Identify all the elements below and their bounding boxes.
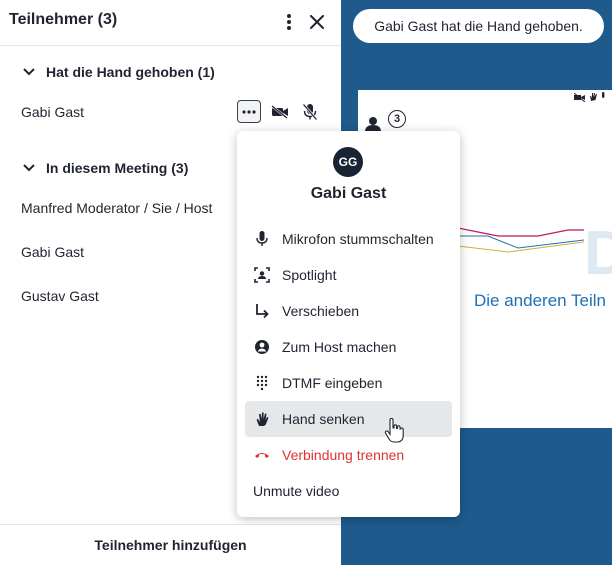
chevron-down-icon xyxy=(22,161,36,175)
panel-footer: Teilnehmer hinzufügen xyxy=(0,524,341,565)
horizontal-dots-icon xyxy=(242,109,256,114)
close-button[interactable] xyxy=(304,9,330,35)
section-raised-hands[interactable]: Hat die Hand gehoben (1) xyxy=(22,64,215,80)
spotlight-icon xyxy=(253,266,271,284)
menu-item-label: Mikrofon stummschalten xyxy=(282,231,434,247)
menu-item-spotlight[interactable]: Spotlight xyxy=(245,257,452,293)
menu-item-label: Verschieben xyxy=(282,303,360,319)
avatar: GG xyxy=(333,147,363,177)
microphone-off-icon[interactable] xyxy=(299,101,321,123)
participant-name: Gustav Gast xyxy=(21,288,99,304)
participant-name: Gabi Gast xyxy=(21,104,85,120)
more-options-button[interactable] xyxy=(276,9,302,35)
section-label: In diesem Meeting (3) xyxy=(46,160,189,176)
menu-item-mute-microphone[interactable]: Mikrofon stummschalten xyxy=(245,221,452,257)
menu-item-unmute-video[interactable]: Unmute video xyxy=(245,473,452,509)
close-icon xyxy=(310,15,324,29)
vertical-dots-icon xyxy=(287,14,291,30)
participant-count-badge: 3 xyxy=(388,110,406,128)
panel-title: Teilnehmer (3) xyxy=(9,11,118,28)
hang-up-icon xyxy=(253,446,271,464)
participant-context-menu: GG Gabi Gast Mikrofon stummschalten Spot… xyxy=(237,131,460,517)
participant-name: Manfred Moderator / Sie / Host xyxy=(21,200,213,216)
menu-item-move[interactable]: Verschieben xyxy=(245,293,452,329)
notification-toast: Gabi Gast hat die Hand gehoben. xyxy=(353,9,604,43)
menu-item-label: Zum Host machen xyxy=(282,339,397,355)
hand-pointer-cursor-icon xyxy=(384,418,404,443)
menu-item-disconnect[interactable]: Verbindung trennen xyxy=(245,437,452,473)
chevron-down-icon xyxy=(22,65,36,79)
add-participant-button[interactable]: Teilnehmer hinzufügen xyxy=(94,537,246,553)
slide-caption: Die anderen Teiln xyxy=(474,291,606,310)
section-in-meeting[interactable]: In diesem Meeting (3) xyxy=(22,160,188,176)
move-arrow-icon xyxy=(253,302,271,320)
menu-item-label: Hand senken xyxy=(282,411,365,427)
menu-item-make-host[interactable]: Zum Host machen xyxy=(245,329,452,365)
menu-item-lower-hand[interactable]: Hand senken xyxy=(245,401,452,437)
participant-name: Gabi Gast xyxy=(21,244,85,260)
slide-logo-letter: D xyxy=(584,219,612,288)
menu-item-label: Verbindung trennen xyxy=(282,447,405,463)
menu-item-label: Spotlight xyxy=(282,267,337,283)
menu-item-label: Unmute video xyxy=(253,483,340,499)
dialpad-icon xyxy=(253,374,271,392)
microphone-icon xyxy=(253,230,271,248)
participant-more-button[interactable] xyxy=(237,100,261,123)
section-label: Hat die Hand gehoben (1) xyxy=(46,64,215,80)
participant-actions xyxy=(237,100,321,123)
raised-hand-icon xyxy=(253,410,271,428)
menu-item-label: DTMF eingeben xyxy=(282,375,383,391)
user-circle-icon xyxy=(253,338,271,356)
menu-participant-name: Gabi Gast xyxy=(310,185,387,202)
menu-item-dtmf[interactable]: DTMF eingeben xyxy=(245,365,452,401)
video-off-icon[interactable] xyxy=(269,101,291,123)
panel-header: Teilnehmer (3) xyxy=(0,0,341,46)
users-icon xyxy=(365,117,381,132)
